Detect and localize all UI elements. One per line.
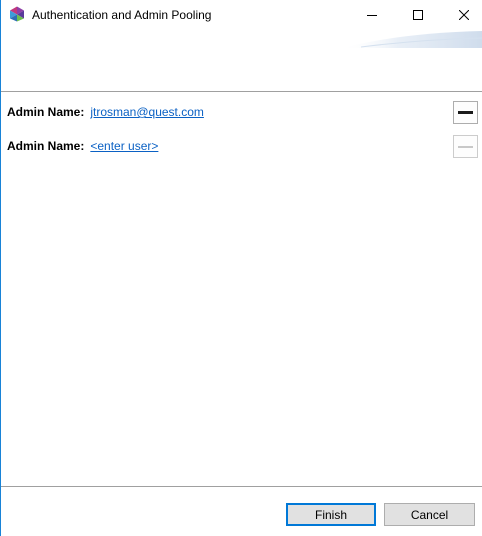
- dialog-window: Authentication and Admin Pooling Admin N…: [0, 0, 482, 536]
- maximize-button[interactable]: [395, 0, 441, 30]
- header-swoosh-graphic: [341, 31, 482, 48]
- admin-name-label: Admin Name:: [7, 105, 85, 119]
- header-banner: [1, 30, 482, 92]
- window-title: Authentication and Admin Pooling: [32, 8, 212, 22]
- remove-admin-button[interactable]: [453, 101, 478, 124]
- minus-icon: [458, 145, 473, 148]
- minimize-icon: [367, 15, 377, 16]
- minus-icon: [458, 111, 473, 114]
- close-button[interactable]: [441, 0, 482, 30]
- app-logo-icon: [10, 6, 24, 22]
- footer-divider: [1, 486, 482, 487]
- finish-button[interactable]: Finish: [286, 503, 376, 526]
- close-icon: [459, 10, 469, 20]
- maximize-icon: [413, 10, 423, 20]
- minimize-button[interactable]: [349, 0, 395, 30]
- cancel-button[interactable]: Cancel: [384, 503, 475, 526]
- admin-row: Admin Name: jtrosman@quest.com: [7, 102, 204, 122]
- admin-row: Admin Name: <enter user>: [7, 136, 158, 156]
- admin-name-label: Admin Name:: [7, 139, 85, 153]
- enter-user-link[interactable]: <enter user>: [90, 139, 158, 153]
- header-divider: [1, 91, 482, 92]
- remove-admin-button-disabled: [453, 135, 478, 158]
- title-bar[interactable]: Authentication and Admin Pooling: [1, 0, 482, 30]
- admin-name-link[interactable]: jtrosman@quest.com: [90, 105, 204, 119]
